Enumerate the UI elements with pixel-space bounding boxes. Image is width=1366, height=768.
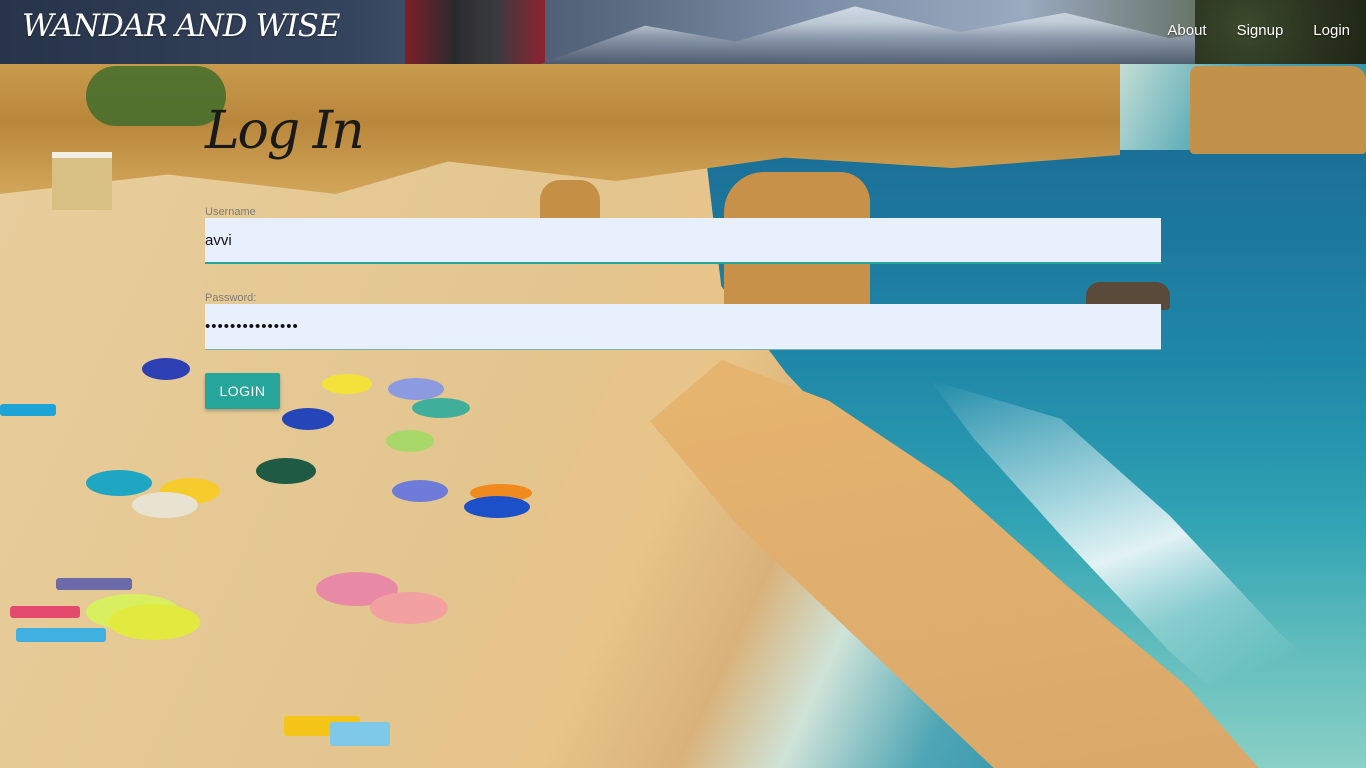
umbrella bbox=[86, 470, 152, 496]
brand-logo[interactable]: WANDAR AND WISE bbox=[22, 8, 340, 44]
umbrella bbox=[464, 496, 530, 518]
umbrella bbox=[370, 592, 448, 624]
login-form: Log In Username Password: LOGIN bbox=[205, 96, 1161, 409]
login-button[interactable]: LOGIN bbox=[205, 373, 280, 409]
nav-about-link[interactable]: About bbox=[1167, 22, 1206, 39]
password-input[interactable] bbox=[205, 304, 1161, 350]
nav-links: About Signup Login bbox=[1167, 22, 1350, 39]
nav-signup-link[interactable]: Signup bbox=[1237, 22, 1284, 39]
password-label: Password: bbox=[205, 292, 257, 304]
header-photo-mountains bbox=[540, 6, 1240, 64]
towel bbox=[330, 722, 390, 746]
umbrella bbox=[108, 604, 200, 640]
umbrella bbox=[132, 492, 198, 518]
towel bbox=[16, 628, 106, 642]
towel bbox=[10, 606, 80, 618]
umbrella bbox=[282, 408, 334, 430]
towel bbox=[0, 404, 56, 416]
umbrella bbox=[142, 358, 190, 380]
page-title: Log In bbox=[205, 101, 365, 161]
towel bbox=[56, 578, 132, 590]
nav-login-link[interactable]: Login bbox=[1313, 22, 1350, 39]
umbrella bbox=[386, 430, 434, 452]
umbrella bbox=[256, 458, 316, 484]
username-input[interactable] bbox=[205, 218, 1161, 264]
username-label: Username bbox=[205, 206, 256, 218]
header-photo-hiker bbox=[405, 0, 545, 64]
umbrella bbox=[392, 480, 448, 502]
beach-hut bbox=[52, 152, 112, 210]
rock bbox=[1190, 66, 1366, 154]
